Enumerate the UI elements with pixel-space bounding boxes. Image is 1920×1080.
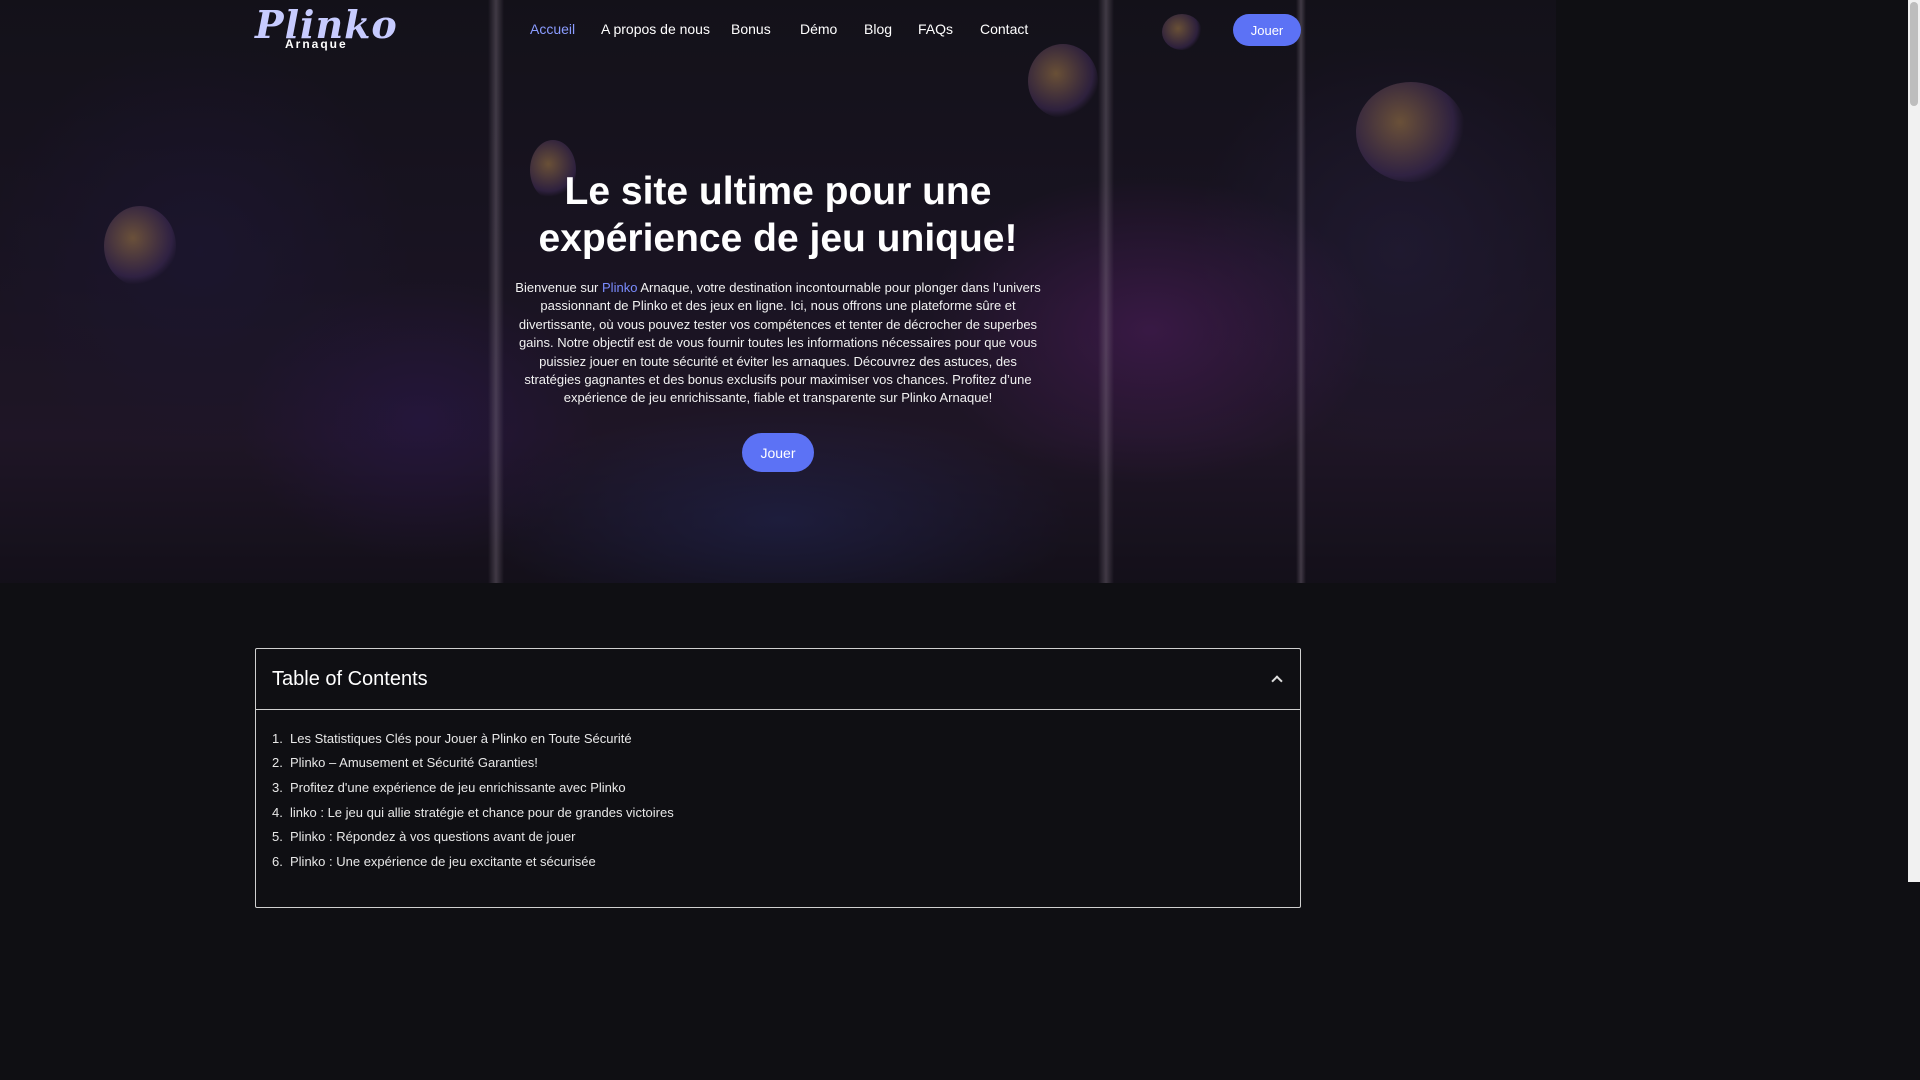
site-header: Plinko Arnaque Accueil A propos de nous … bbox=[0, 0, 1556, 60]
site-logo[interactable]: Plinko Arnaque bbox=[255, 2, 397, 54]
hero-text-body: Arnaque, votre destination incontournabl… bbox=[518, 280, 1041, 406]
list-item[interactable]: 3. Profitez d'une expérience de jeu enric… bbox=[272, 775, 1284, 800]
list-item[interactable]: 6. Plinko : Une expérience de jeu excitan… bbox=[272, 849, 1284, 874]
nav-item-bonus[interactable]: Bonus bbox=[731, 21, 771, 39]
hero-play-button[interactable]: Jouer bbox=[742, 433, 814, 472]
nav-item-contact[interactable]: Contact bbox=[980, 21, 1028, 39]
nav-item-accueil[interactable]: Accueil bbox=[530, 21, 575, 39]
toc-link[interactable]: Les Statistiques Clés pour Jouer à Plink… bbox=[290, 731, 632, 746]
toc-item-number: 3. bbox=[272, 779, 283, 795]
toc-link[interactable]: Plinko : Une expérience de jeu excitante… bbox=[290, 854, 596, 869]
toc-item-number: 1. bbox=[272, 730, 283, 746]
hero-title: Le site ultime pour une expérience de je… bbox=[538, 170, 1018, 260]
list-item[interactable]: 1. Les Statistiques Clés pour Jouer à Pli… bbox=[272, 726, 1284, 751]
header-play-button[interactable]: Jouer bbox=[1233, 14, 1301, 46]
nav-item-a-propos[interactable]: A propos de nous bbox=[601, 21, 710, 39]
toc-item-number: 2. bbox=[272, 755, 283, 771]
toc-link[interactable]: Profitez d'une expérience de jeu enrichi… bbox=[290, 780, 626, 795]
scrollbar-thumb[interactable] bbox=[1910, 2, 1918, 106]
nav-item-blog[interactable]: Blog bbox=[864, 21, 892, 39]
toc-item-number: 4. bbox=[272, 804, 283, 820]
toc-title: Table of Contents bbox=[272, 667, 428, 690]
nav-item-faqs[interactable]: FAQs bbox=[918, 21, 953, 39]
plinko-link[interactable]: Plinko bbox=[602, 280, 637, 295]
list-item[interactable]: 4. linko : Le jeu qui allie stratégie et … bbox=[272, 800, 1284, 825]
chevron-up-icon[interactable] bbox=[1270, 672, 1284, 686]
list-item[interactable]: 5. Plinko : Répondez à vos questions avan… bbox=[272, 824, 1284, 849]
page-scrollbar[interactable] bbox=[1908, 0, 1920, 882]
toc-item-number: 5. bbox=[272, 829, 283, 845]
toc-link[interactable]: linko : Le jeu qui allie stratégie et ch… bbox=[290, 805, 674, 820]
table-of-contents: Table of Contents 1. Les Statistiques Clé… bbox=[255, 648, 1301, 908]
toc-header[interactable]: Table of Contents bbox=[256, 649, 1300, 710]
hero-description: Bienvenue sur Plinko Arnaque, votre dest… bbox=[512, 279, 1044, 408]
logo-subtitle: Arnaque bbox=[285, 37, 348, 51]
nav-item-demo[interactable]: Démo bbox=[800, 21, 837, 39]
toc-item-number: 6. bbox=[272, 853, 283, 869]
toc-link[interactable]: Plinko – Amusement et Sécurité Garanties… bbox=[290, 755, 538, 770]
list-item[interactable]: 2. Plinko – Amusement et Sécurité Garanti… bbox=[272, 751, 1284, 776]
toc-link[interactable]: Plinko : Répondez à vos questions avant … bbox=[290, 829, 575, 844]
toc-list: 1. Les Statistiques Clés pour Jouer à Pli… bbox=[256, 710, 1300, 874]
hero-text-intro: Bienvenue sur bbox=[515, 280, 603, 295]
